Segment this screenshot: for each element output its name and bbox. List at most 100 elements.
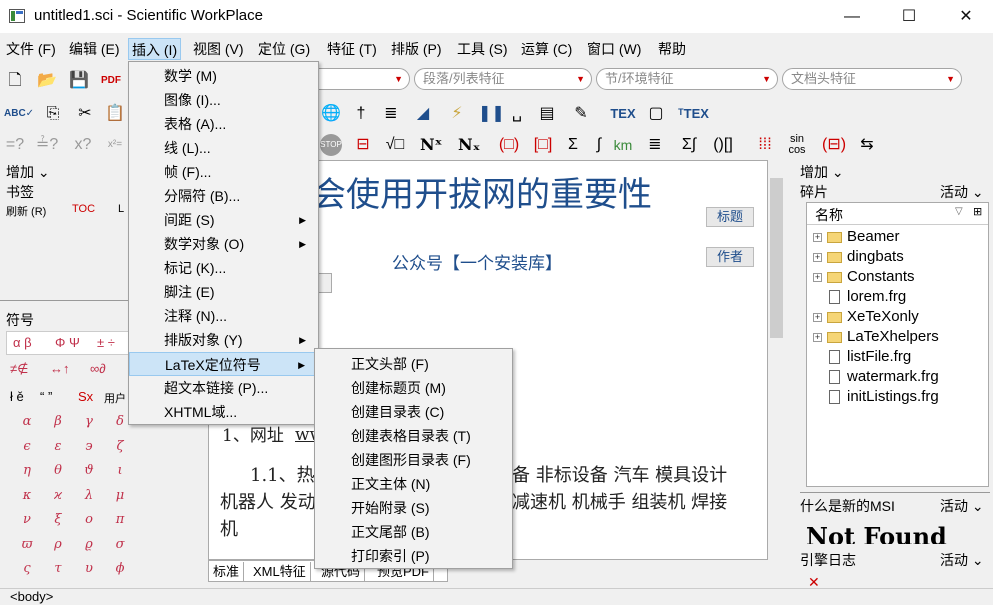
tree-item[interactable]: + XeTeXonly xyxy=(807,307,987,327)
tree-header[interactable]: 名称 ▽ ⊞ xyxy=(807,203,988,225)
engine-log-activity[interactable]: 活动 ⌄ xyxy=(940,550,984,570)
dagger-icon[interactable]: † xyxy=(350,103,372,125)
symbol-cell[interactable]: ϑ xyxy=(74,459,104,483)
page-icon[interactable]: ▢ xyxy=(645,103,667,125)
expand-icon[interactable]: + xyxy=(813,233,822,242)
menu-help[interactable]: 帮助 xyxy=(655,38,689,60)
symbol-cell[interactable]: η xyxy=(12,459,42,483)
menu-compute[interactable]: 运算 (C) xyxy=(518,38,575,60)
insert-menu-item[interactable]: 图像 (I)... xyxy=(129,88,318,112)
expand-icon[interactable]: + xyxy=(813,333,822,342)
open-folder-icon[interactable]: 📂 xyxy=(36,70,58,92)
symbol-cell[interactable]: ν xyxy=(12,508,42,532)
menu-tools[interactable]: 工具 (S) xyxy=(454,38,511,60)
quote-icon[interactable]: ❚❚ xyxy=(478,103,505,125)
symbol-cell[interactable]: λ xyxy=(74,484,104,508)
minimize-button[interactable]: — xyxy=(829,0,875,33)
tab-greek-upper[interactable]: Φ Ψ xyxy=(55,335,80,350)
paste-icon[interactable]: 📋 xyxy=(104,103,126,125)
eval-numeric-icon[interactable]: ≟? xyxy=(36,134,58,156)
space-icon[interactable]: ␣ xyxy=(506,103,528,125)
symbol-cell[interactable]: κ xyxy=(12,484,42,508)
menu-window[interactable]: 窗口 (W) xyxy=(584,38,644,60)
insert-menu-item[interactable]: 分隔符 (B)... xyxy=(129,184,318,208)
copy-icon[interactable]: ⎘ xyxy=(42,103,64,125)
refresh-button[interactable]: 刷新 (R) xyxy=(6,203,46,219)
latex-submenu-item[interactable]: 创建图形目录表 (F) xyxy=(315,448,512,472)
insert-menu-item[interactable]: 超文本链接 (P)... xyxy=(129,376,318,400)
scrollbar-thumb[interactable] xyxy=(770,178,783,338)
symbol-cell[interactable]: ε xyxy=(43,435,73,459)
expand-icon[interactable]: + xyxy=(813,253,822,262)
tree-item[interactable]: lorem.frg xyxy=(807,287,987,307)
save-icon[interactable]: 💾 xyxy=(68,70,90,92)
tab-arrows[interactable]: ↔↑ xyxy=(50,361,70,376)
symbol-cell[interactable]: ρ xyxy=(43,533,73,557)
binomial-icon[interactable]: (⊟) xyxy=(822,134,846,156)
tab-greek-lower[interactable]: α β xyxy=(13,335,32,350)
list-icon[interactable]: ≣ xyxy=(380,103,402,125)
paint-icon[interactable]: ◢ xyxy=(412,103,434,125)
matrix-lines-icon[interactable]: ≣ xyxy=(644,134,666,156)
menu-view[interactable]: 视图 (V) xyxy=(190,38,247,60)
insert-menu-item[interactable]: XHTML域... xyxy=(129,400,318,424)
superscript-icon[interactable]: Nˣ xyxy=(420,134,442,156)
delimiters-icon[interactable]: ()[] xyxy=(712,134,734,156)
tex-icon[interactable]: TEX xyxy=(608,103,638,125)
symbol-cell[interactable]: α xyxy=(12,410,42,434)
document-icon[interactable]: ▤ xyxy=(536,103,558,125)
tab-accents[interactable]: ł ě xyxy=(10,389,24,404)
columns-icon[interactable]: ⊞ xyxy=(973,205,982,218)
arrows-icon[interactable]: ⇆ xyxy=(856,134,878,156)
insert-menu-item[interactable]: LaTeX定位符号 ▶ xyxy=(129,352,318,376)
menu-insert[interactable]: 插入 (I) xyxy=(128,38,182,60)
author-tag[interactable]: 作者 xyxy=(706,247,754,267)
symbol-cell[interactable]: ζ xyxy=(105,435,135,459)
tree-item[interactable]: watermark.frg xyxy=(807,367,987,387)
symbol-cell[interactable]: υ xyxy=(74,557,104,581)
operator-icon[interactable]: Σ∫ xyxy=(678,134,700,156)
close-button[interactable]: ✕ xyxy=(943,0,989,33)
symbol-cell[interactable]: ο xyxy=(74,508,104,532)
symbol-cell[interactable]: σ xyxy=(105,533,135,557)
spellcheck-icon[interactable]: ABC✓ xyxy=(4,103,34,125)
symbol-cell[interactable]: ϕ xyxy=(105,557,135,581)
latex-submenu-item[interactable]: 正文尾部 (B) xyxy=(315,520,512,544)
tree-item[interactable]: + Constants xyxy=(807,267,987,287)
tree-item[interactable]: listFile.frg xyxy=(807,347,987,367)
preamble-combo[interactable]: 文档头特征 ▼ xyxy=(782,68,962,90)
globe-icon[interactable]: 🌐 xyxy=(320,103,342,125)
latex-submenu-item[interactable]: 创建目录表 (C) xyxy=(315,400,512,424)
insert-menu-item[interactable]: 数学 (M) xyxy=(129,64,318,88)
latex-submenu-item[interactable]: 打印索引 (P) xyxy=(315,544,512,568)
latex-submenu-item[interactable]: 正文头部 (F) xyxy=(315,352,512,376)
tab-normal[interactable]: 标准 xyxy=(209,562,245,581)
brackets-icon[interactable]: [□] xyxy=(532,134,554,156)
insert-menu-item[interactable]: 注释 (N)... xyxy=(129,304,318,328)
menu-edit[interactable]: 编辑 (E) xyxy=(66,38,123,60)
tab-quotes[interactable]: “ ” xyxy=(40,389,52,404)
whats-new-activity[interactable]: 活动 ⌄ xyxy=(940,496,984,516)
insert-menu-item[interactable]: 线 (L)... xyxy=(129,136,318,160)
lof-button[interactable]: L xyxy=(118,203,124,215)
solve-icon[interactable]: x? xyxy=(72,134,94,156)
tex-compile-icon[interactable]: ᵀTEX xyxy=(678,103,709,125)
symbol-cell[interactable]: π xyxy=(105,508,135,532)
tree-item[interactable]: initListings.frg xyxy=(807,387,987,407)
tab-misc[interactable]: ∞∂ xyxy=(90,361,106,376)
symbol-cell[interactable]: ς xyxy=(12,557,42,581)
latex-submenu-item[interactable]: 正文主体 (N) xyxy=(315,472,512,496)
symbol-cell[interactable]: ϱ xyxy=(74,533,104,557)
symbol-cell[interactable]: ϵ xyxy=(12,435,42,459)
pdf-icon[interactable]: PDF xyxy=(100,70,122,92)
symbol-cell[interactable]: ξ xyxy=(43,508,73,532)
stop-icon[interactable]: STOP xyxy=(320,134,342,156)
symbol-cell[interactable]: μ xyxy=(105,484,135,508)
menu-file[interactable]: 文件 (F) xyxy=(3,38,59,60)
subscript-icon[interactable]: Nₓ xyxy=(458,134,480,156)
fragments-activity[interactable]: 活动 ⌄ xyxy=(940,182,984,202)
section-combo[interactable]: 节/环境特征 ▼ xyxy=(596,68,778,90)
symbol-cell[interactable]: γ xyxy=(74,410,104,434)
tab-sx[interactable]: Sx xyxy=(78,389,93,404)
left-add-label[interactable]: 增加 ⌄ xyxy=(6,162,50,182)
